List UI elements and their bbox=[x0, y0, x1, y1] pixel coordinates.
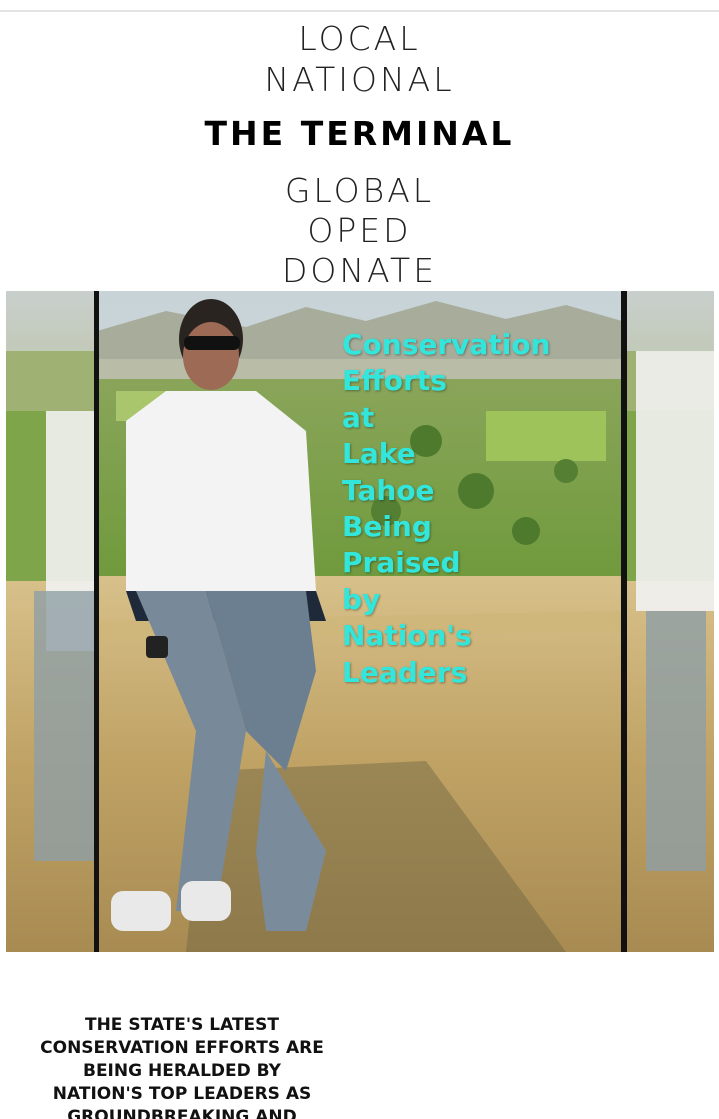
site-title: THE TERMINAL bbox=[204, 114, 515, 153]
hero-headline[interactable]: Conservation Efforts at Lake Tahoe Being… bbox=[342, 327, 582, 691]
nav-link-local[interactable]: LOCAL bbox=[0, 19, 719, 59]
nav-link-global[interactable]: GLOBAL bbox=[0, 171, 719, 211]
article-summary: THE STATE'S LATEST CONSERVATION EFFORTS … bbox=[40, 1015, 324, 1119]
nav-link-donate[interactable]: DONATE bbox=[0, 251, 719, 291]
hero-image: Conservation Efforts at Lake Tahoe Being… bbox=[6, 291, 714, 952]
nav-link-national[interactable]: NATIONAL bbox=[0, 60, 719, 100]
nav-link-oped[interactable]: OPED bbox=[0, 211, 719, 251]
top-bar bbox=[0, 0, 719, 12]
